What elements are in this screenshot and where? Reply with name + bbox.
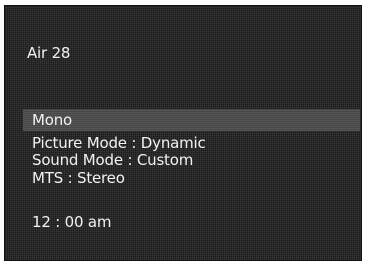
- channel-label: Air 28: [27, 44, 71, 62]
- picture-mode-status: Picture Mode : Dynamic: [32, 134, 206, 152]
- audio-mode-label: Mono: [32, 111, 73, 129]
- clock-time: 12 : 00 am: [32, 213, 112, 231]
- audio-mode-highlight-bar: Mono: [23, 109, 360, 131]
- sound-mode-status: Sound Mode : Custom: [32, 151, 194, 169]
- mts-status: MTS : Stereo: [32, 169, 125, 187]
- tv-info-display: Air 28 Mono Picture Mode : Dynamic Sound…: [4, 5, 362, 261]
